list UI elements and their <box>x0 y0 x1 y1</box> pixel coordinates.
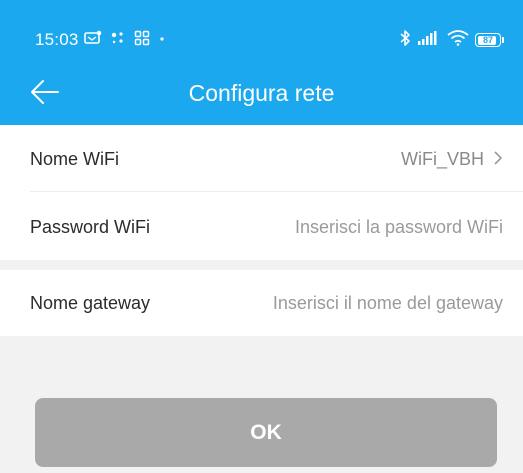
chevron-right-icon <box>493 149 503 171</box>
signal-icon <box>417 30 441 51</box>
wifi-password-input[interactable] <box>203 216 503 238</box>
status-left-icons <box>84 29 166 51</box>
status-time: 15:03 <box>35 30 79 49</box>
battery-icon: 87 <box>475 33 504 47</box>
wifi-password-row: Password WiFi <box>0 192 523 260</box>
grid-icon <box>134 30 150 51</box>
gateway-name-input[interactable] <box>203 292 503 314</box>
wifi-name-row[interactable]: Nome WiFi WiFi_VBH <box>0 125 523 192</box>
battery-tip <box>502 37 504 43</box>
wifi-password-label: Password WiFi <box>30 217 151 237</box>
status-right-icons: 87 <box>399 29 504 52</box>
dots-icon <box>110 30 126 51</box>
wifi-name-value: WiFi_VBH <box>400 149 484 169</box>
battery-level: 87 <box>482 35 493 45</box>
page-title: Configura rete <box>188 80 335 106</box>
wifi-name-label: Nome WiFi <box>30 149 119 169</box>
wifi-name-value-wrap: WiFi_VBH <box>401 148 503 171</box>
gateway-name-row: Nome gateway <box>0 270 523 336</box>
app-header: Configura rete <box>0 58 523 125</box>
notification-icon <box>84 30 102 51</box>
ok-button[interactable]: OK <box>35 398 497 467</box>
status-bar: 15:03 87 <box>0 0 523 58</box>
bluetooth-icon <box>399 29 411 52</box>
gateway-name-label: Nome gateway <box>30 293 151 313</box>
network-config-screen: 15:03 87 Configura rete Nome WiFi WiFi_V… <box>0 0 523 473</box>
wifi-icon <box>447 29 469 51</box>
more-dot-icon <box>158 30 166 51</box>
